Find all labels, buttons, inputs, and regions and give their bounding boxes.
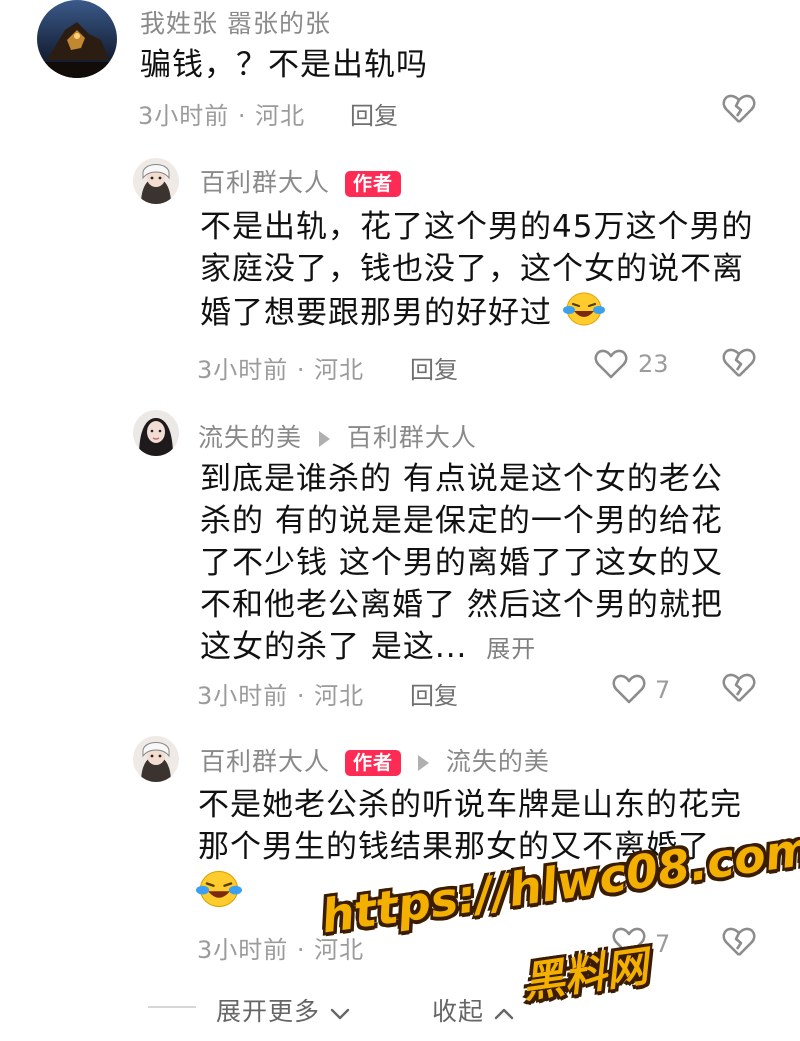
footer-divider [148,1006,196,1008]
comment-username[interactable]: 流失的美 百利群大人 [198,418,477,454]
comment-username[interactable]: 百利群大人 作者 流失的美 [200,742,550,778]
watermark-label: 黑料网 [519,941,651,1008]
laughing-crying-emoji-icon [196,868,242,910]
comment-text: 婚了想要跟那男的好好过 [200,290,605,339]
comment-text: 到底是谁杀的 有点说是这个女的老公 [200,461,723,497]
broken-heart-icon[interactable] [722,925,756,959]
like-count: 7 [655,930,671,958]
chevron-down-icon [329,999,351,1028]
username-text[interactable]: 百利群大人 [200,747,330,776]
reply-arrow-icon [318,431,330,447]
avatar[interactable] [37,0,117,78]
reply-arrow-icon [417,755,429,771]
comment-text-line: 这女的杀了 是这... [200,629,468,665]
reply-to-username[interactable]: 百利群大人 [347,423,477,452]
like-count: 23 [638,350,669,378]
comment-text: 家庭没了，钱也没了，这个女的说不离 [200,251,744,287]
avatar[interactable] [133,736,179,782]
expand-button[interactable]: 展开 [486,635,536,663]
reply-button[interactable]: 回复 [350,96,398,131]
comment-text: 这女的杀了 是这... 展开 [200,626,536,670]
collapse-label[interactable]: 收起 [432,997,484,1026]
heart-outline-icon[interactable] [594,348,628,380]
avatar[interactable] [133,158,179,204]
broken-heart-icon[interactable] [722,671,756,705]
author-badge: 作者 [344,750,401,776]
heart-outline-icon[interactable] [612,673,646,705]
broken-heart-icon[interactable] [722,346,756,380]
comment-time-location: 3小时前 · 河北 [138,102,306,130]
expand-more-label[interactable]: 展开更多 [216,997,320,1026]
chevron-up-icon [493,999,515,1028]
comment-text: 了不少钱 这个男的离婚了了这女的又 [200,545,723,581]
username-text[interactable]: 百利群大人 [200,168,330,197]
author-badge: 作者 [344,171,401,197]
reply-button[interactable]: 回复 [410,350,458,385]
reply-to-username[interactable]: 流失的美 [446,747,550,776]
comment-text: 骗钱，？不是出轨吗 [140,47,428,83]
comment-text: 不是出轨，花了这个男的45万这个男的 [200,209,754,245]
comment-username[interactable]: 我姓张 嚣张的张 [140,4,331,40]
comment-text: 不是她老公杀的听说车牌是山东的花完 [198,787,742,823]
broken-heart-icon[interactable] [722,92,756,126]
avatar[interactable] [133,410,179,456]
comment-time-location: 3小时前 · 河北 [197,356,365,384]
collapse-button[interactable]: 收起 [432,992,515,1028]
comment-text: 杀的 有的说是是保定的一个男的给花 [200,503,723,539]
like-count: 7 [655,676,671,704]
comment-time-location: 3小时前 · 河北 [197,682,365,710]
username-text[interactable]: 流失的美 [198,423,302,452]
laughing-crying-emoji-icon [562,290,605,339]
comment-username[interactable]: 百利群大人 作者 [200,163,401,199]
comment-text: 不和他老公离婚了 然后这个男的就把 [200,587,723,623]
expand-more-button[interactable]: 展开更多 [216,992,351,1028]
reply-button[interactable]: 回复 [410,676,458,711]
comment-text-line: 婚了想要跟那男的好好过 [200,295,552,331]
